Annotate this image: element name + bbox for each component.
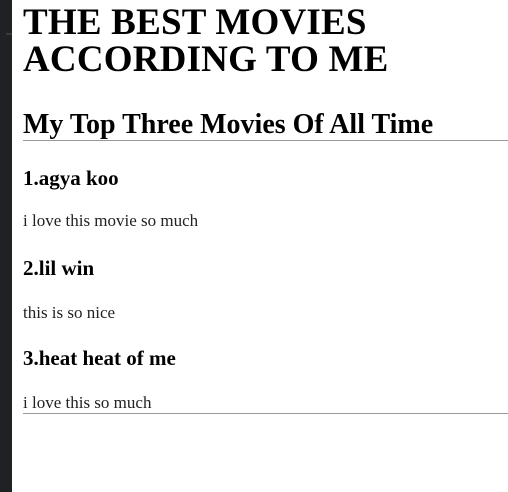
movie-title-3: 3.heat heat of me — [23, 346, 176, 370]
bottom-divider — [23, 413, 508, 414]
movie-description-2: this is so nice — [23, 303, 116, 322]
movie-title-2: 2.lil win — [23, 256, 95, 280]
movie-description-3: i love this so much — [23, 393, 152, 412]
movie-title-1: 1.agya koo — [23, 166, 119, 190]
movie-description-1: i love this movie so much — [23, 211, 199, 230]
top-divider — [23, 140, 508, 141]
page-content: THE BEST MOVIES ACCORDING TO ME My Top T… — [23, 0, 508, 414]
edge-mark — [6, 33, 12, 35]
page-subtitle: My Top Three Movies Of All Time — [23, 109, 434, 140]
page-title: THE BEST MOVIES ACCORDING TO ME — [23, 2, 389, 80]
window-edge-strip — [0, 0, 12, 492]
